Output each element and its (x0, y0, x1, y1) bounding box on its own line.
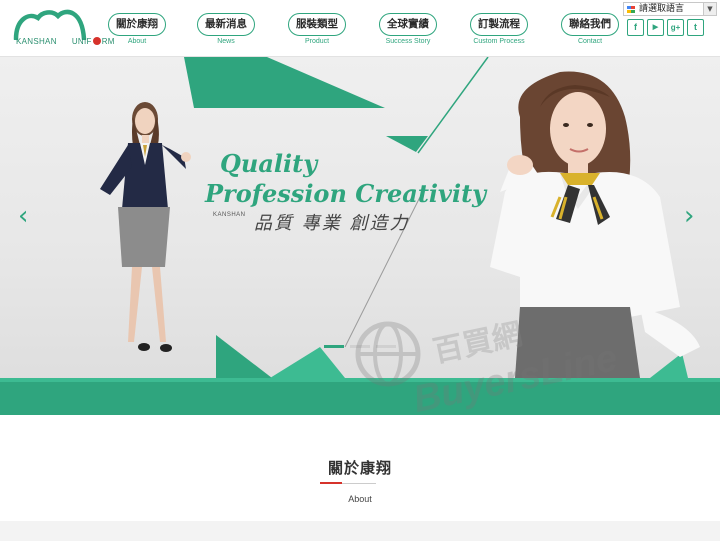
nav-item-about[interactable]: 關於康翔 About (102, 12, 172, 45)
slider-dot-2[interactable] (350, 345, 370, 348)
hero-bottom-band (0, 378, 720, 415)
about-section-title: 關於康翔 (327, 459, 392, 477)
hero-slider: Quality Profession Creativity KANSHAN 品質… (0, 57, 720, 415)
about-section-subtitle: About (348, 494, 372, 504)
facebook-icon[interactable]: f (627, 19, 644, 36)
slider-dot-3[interactable] (376, 345, 396, 348)
logo-text-unif: UNIF (71, 37, 92, 46)
logo-dot-icon (92, 37, 101, 45)
youtube-icon[interactable]: ▶ (647, 19, 664, 36)
logo-text-kanshan: KANSHAN (16, 37, 57, 46)
nav-label-en[interactable]: Custom Process (464, 38, 534, 45)
twitter-icon[interactable]: t (687, 19, 704, 36)
nav-label-zh[interactable]: 服裝類型 (288, 13, 346, 36)
hero-slogan-english: Quality Profession Creativity (205, 149, 486, 209)
nav-label-zh[interactable]: 聯絡我們 (561, 13, 619, 36)
logo-wordmark: KANSHAN UNIF RM (16, 37, 115, 46)
model-left-figure (100, 102, 191, 352)
site-header: KANSHAN UNIF RM 關於康翔 About 最新消息 News 服裝類型… (0, 0, 720, 57)
main-nav: 關於康翔 About 最新消息 News 服裝類型 Product 全球實績 S… (102, 12, 622, 52)
hero-slogan-chinese: 品質 專業 創造力 (254, 213, 410, 234)
nav-label-zh[interactable]: 最新消息 (197, 13, 255, 36)
language-select[interactable]: 請選取語言 ▼ (623, 2, 717, 16)
language-select-label: 請選取語言 (639, 4, 685, 14)
nav-label-zh[interactable]: 全球實績 (379, 13, 437, 36)
model-right-figure (490, 71, 700, 378)
nav-label-zh[interactable]: 關於康翔 (108, 13, 166, 36)
nav-item-product[interactable]: 服裝類型 Product (282, 12, 352, 45)
slogan-line-1: Quality (220, 149, 318, 178)
logo-arch-icon (13, 9, 87, 40)
nav-label-en[interactable]: About (102, 38, 172, 45)
site-logo[interactable]: KANSHAN UNIF RM (12, 8, 114, 50)
slogan-line-2: Profession Creativity (205, 179, 487, 208)
nav-label-en[interactable]: Product (282, 38, 352, 45)
nav-label-en[interactable]: News (191, 38, 261, 45)
slider-prev-arrow-icon[interactable]: ‹ (18, 203, 28, 229)
slider-next-arrow-icon[interactable]: › (684, 203, 694, 229)
nav-label-en[interactable]: Contact (555, 38, 625, 45)
hero-background-shapes (100, 57, 700, 378)
nav-item-news[interactable]: 最新消息 News (191, 12, 261, 45)
hero-brand-label: KANSHAN (213, 212, 246, 218)
slider-pagination (324, 345, 404, 349)
google-translate-icon (627, 6, 635, 13)
dropdown-arrow-icon[interactable]: ▼ (703, 3, 716, 15)
nav-label-zh[interactable]: 訂製流程 (470, 13, 528, 36)
section-divider-strip (0, 521, 720, 541)
slider-dot-1[interactable] (324, 345, 344, 348)
hero-bottom-band-highlight (0, 378, 720, 382)
about-section: 關於康翔 About (0, 415, 720, 541)
about-title-underline (342, 483, 376, 484)
nav-label-en[interactable]: Success Story (373, 38, 443, 45)
nav-item-custom-process[interactable]: 訂製流程 Custom Process (464, 12, 534, 45)
nav-item-contact[interactable]: 聯絡我們 Contact (555, 12, 625, 45)
google-plus-icon[interactable]: g+ (667, 19, 684, 36)
about-title-underline-accent (320, 482, 342, 484)
page: KANSHAN UNIF RM 關於康翔 About 最新消息 News 服裝類型… (0, 0, 720, 541)
nav-item-success-story[interactable]: 全球實績 Success Story (373, 12, 443, 45)
